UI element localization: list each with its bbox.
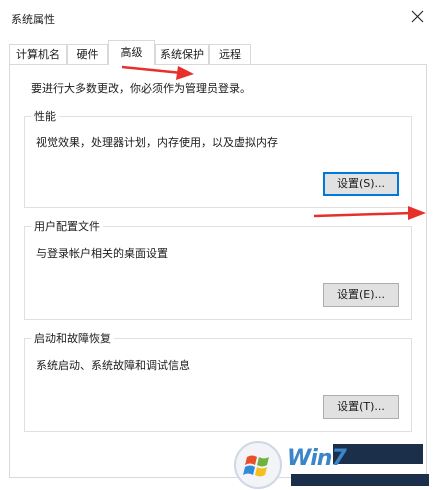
- startup-recovery-settings-button[interactable]: 设置(T)...: [323, 395, 399, 419]
- watermark-subbar: [291, 474, 429, 486]
- close-button[interactable]: [403, 0, 433, 32]
- admin-notice: 要进行大多数更改，你必须作为管理员登录。: [31, 82, 251, 95]
- startup-recovery-description: 系统启动、系统故障和调试信息: [36, 359, 190, 372]
- tab-bar: 计算机名 硬件 高级 系统保护 远程: [9, 40, 429, 65]
- close-icon: [411, 10, 424, 23]
- window-title: 系统属性: [11, 13, 55, 26]
- performance-group-title: 性能: [31, 108, 59, 124]
- performance-settings-button[interactable]: 设置(S)...: [323, 172, 399, 196]
- tab-hardware[interactable]: 硬件: [67, 44, 108, 64]
- watermark-bar: [333, 444, 423, 464]
- title-bar: 系统属性: [0, 0, 433, 36]
- performance-description: 视觉效果，处理器计划，内存使用，以及虚拟内存: [36, 136, 278, 149]
- windows-logo-icon: [234, 441, 282, 489]
- watermark: Win7: [233, 440, 433, 490]
- user-profiles-settings-button[interactable]: 设置(E)...: [323, 283, 399, 307]
- watermark-text: Win7: [287, 446, 347, 471]
- user-profiles-description: 与登录帐户相关的桌面设置: [36, 247, 168, 260]
- startup-recovery-group-title: 启动和故障恢复: [31, 330, 114, 346]
- user-profiles-group-title: 用户配置文件: [31, 218, 103, 234]
- annotation-arrow-performance: [313, 206, 426, 220]
- tab-remote[interactable]: 远程: [209, 44, 251, 64]
- tab-computer-name[interactable]: 计算机名: [9, 44, 67, 64]
- tab-advanced[interactable]: 高级: [108, 40, 155, 65]
